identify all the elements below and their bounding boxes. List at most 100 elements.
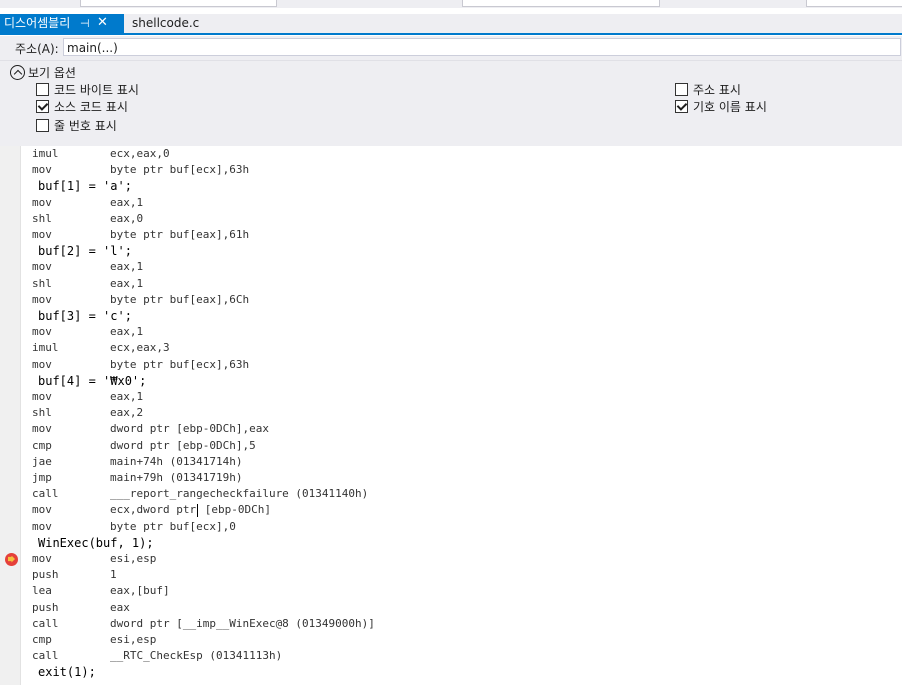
checkbox-label: 코드 바이트 표시 [54, 82, 139, 97]
source-line[interactable]: exit(1); [38, 664, 96, 680]
disassembly-code-view[interactable]: imul ecx,eax,0 mov byte ptr buf[ecx],63h buf… [0, 146, 902, 685]
operands: byte ptr buf[eax],6Ch [110, 292, 250, 306]
operands: eax,1 [110, 390, 144, 403]
operands: ecx,dword ptr [ebp-0DCh] [110, 503, 271, 517]
mnemonic: mov [32, 503, 52, 517]
breakpoint-current-icon[interactable] [5, 552, 18, 566]
checkbox-show-source-code[interactable]: 소스 코드 표시 [36, 98, 128, 114]
mnemonic: push [32, 568, 59, 582]
operands: dword ptr [ebp-0DCh],eax [110, 422, 269, 436]
operands: eax,2 [110, 406, 144, 420]
mnemonic: imul [32, 147, 59, 160]
mnemonic: mov [32, 292, 52, 306]
mnemonic: mov [32, 422, 52, 436]
operands: main+74h (01341714h) [110, 454, 243, 468]
checkbox-label: 기호 이름 표시 [693, 99, 767, 114]
mnemonic: mov [32, 325, 52, 339]
checkbox-icon[interactable] [36, 82, 49, 96]
collapse-icon[interactable] [10, 65, 25, 80]
checkbox-show-symbol-names[interactable]: 기호 이름 표시 [675, 98, 767, 114]
operands: eax,[buf] [110, 584, 170, 598]
operands: byte ptr buf[ecx],63h [110, 163, 250, 177]
mnemonic: mov [32, 552, 52, 565]
mnemonic: cmp [32, 438, 52, 452]
source-text: buf[2] = 'l'; [38, 244, 132, 259]
breakpoint-margin[interactable] [0, 146, 21, 685]
address-bar: 주소(A): main(...) [0, 36, 902, 61]
tab-accent-line [0, 33, 902, 35]
checkbox-label: 주소 표시 [693, 82, 741, 97]
operands: esi,esp [110, 633, 157, 646]
address-input[interactable]: main(...) [63, 38, 901, 56]
tab-shellcode-c[interactable]: shellcode.c [128, 14, 199, 33]
mnemonic: jmp [32, 471, 52, 484]
mnemonic: call [32, 649, 59, 663]
source-text: exit(1); [38, 665, 96, 680]
pin-icon[interactable]: ⊣ [80, 14, 90, 33]
mnemonic: call [32, 616, 59, 630]
tab-disassembly[interactable]: 디스어셈블리 ⊣ ✕ [0, 14, 124, 33]
operands: eax,1 [110, 276, 144, 290]
mnemonic: imul [32, 341, 59, 355]
view-options-label: 보기 옵션 [28, 66, 76, 80]
operands: eax [110, 600, 130, 614]
mnemonic: mov [32, 260, 52, 274]
mnemonic: shl [32, 276, 52, 290]
source-line[interactable]: buf[2] = 'l'; [38, 243, 132, 259]
checkbox-icon[interactable] [675, 82, 688, 96]
mnemonic: mov [32, 228, 52, 241]
toolbar-combo-2[interactable] [462, 0, 660, 7]
mnemonic: mov [32, 195, 52, 209]
mnemonic: lea [32, 584, 52, 598]
view-options-toggle[interactable]: 보기 옵션 [10, 64, 76, 81]
operands: byte ptr buf[ecx],63h [110, 357, 250, 371]
operands: ecx,eax,3 [110, 341, 170, 355]
source-text: WinExec(buf, 1); [38, 535, 154, 550]
mnemonic: push [32, 600, 59, 614]
checkbox-icon[interactable] [36, 99, 49, 113]
address-label: 주소(A): [15, 42, 59, 56]
operands: byte ptr buf[ecx],0 [110, 519, 236, 533]
checkbox-show-line-numbers[interactable]: 줄 번호 표시 [36, 117, 117, 133]
operands: eax,1 [110, 195, 144, 209]
document-tab-bar: 디스어셈블리 ⊣ ✕ shellcode.c [0, 14, 902, 35]
checkbox-show-code-bytes[interactable]: 코드 바이트 표시 [36, 81, 139, 97]
toolbar-combo-1[interactable] [80, 0, 277, 7]
operands: byte ptr buf[eax],61h [110, 228, 250, 241]
operands: esi,esp [110, 552, 157, 565]
mnemonic: mov [32, 390, 52, 403]
mnemonic: mov [32, 519, 52, 533]
mnemonic: call [32, 487, 59, 501]
mnemonic: mov [32, 357, 52, 371]
source-text: buf[1] = 'a'; [38, 179, 132, 194]
checkbox-show-address[interactable]: 주소 표시 [675, 81, 741, 97]
tab-disassembly-label: 디스어셈블리 [4, 16, 71, 30]
source-text: buf[3] = 'c'; [38, 309, 132, 323]
operands: ecx,eax,0 [110, 147, 170, 160]
operands: eax,0 [110, 211, 144, 225]
mnemonic: jae [32, 454, 52, 468]
operands: dword ptr [ebp-0DCh],5 [110, 438, 256, 452]
operands: dword ptr [__imp__WinExec@8 (01349000h)] [110, 616, 375, 630]
top-toolbar-strip [0, 0, 902, 8]
checkbox-icon[interactable] [36, 118, 49, 132]
checkbox-label: 줄 번호 표시 [54, 118, 117, 133]
mnemonic: mov [32, 163, 52, 177]
operands: ___report_rangecheckfailure (01341140h) [110, 487, 369, 501]
close-icon[interactable]: ✕ [97, 13, 108, 32]
operands: eax,1 [110, 260, 144, 274]
source-line[interactable]: buf[3] = 'c'; [38, 308, 132, 324]
mnemonic: shl [32, 211, 52, 225]
source-text: buf[4] = '₩x0'; [38, 373, 147, 388]
source-line[interactable]: WinExec(buf, 1); [38, 535, 154, 551]
operands: main+79h (01341719h) [110, 471, 243, 484]
operands: eax,1 [110, 325, 144, 339]
view-options-panel: 보기 옵션 코드 바이트 표시 소스 코드 표시 줄 번호 표시 주소 표시 기… [0, 61, 902, 146]
source-line[interactable]: buf[4] = '₩x0'; [38, 373, 146, 389]
mnemonic: cmp [32, 633, 52, 646]
operands: __RTC_CheckEsp (01341113h) [110, 649, 283, 663]
toolbar-combo-3[interactable] [806, 0, 902, 7]
checkbox-label: 소스 코드 표시 [54, 99, 128, 114]
checkbox-icon[interactable] [675, 99, 688, 113]
source-line[interactable]: buf[1] = 'a'; [38, 178, 132, 194]
